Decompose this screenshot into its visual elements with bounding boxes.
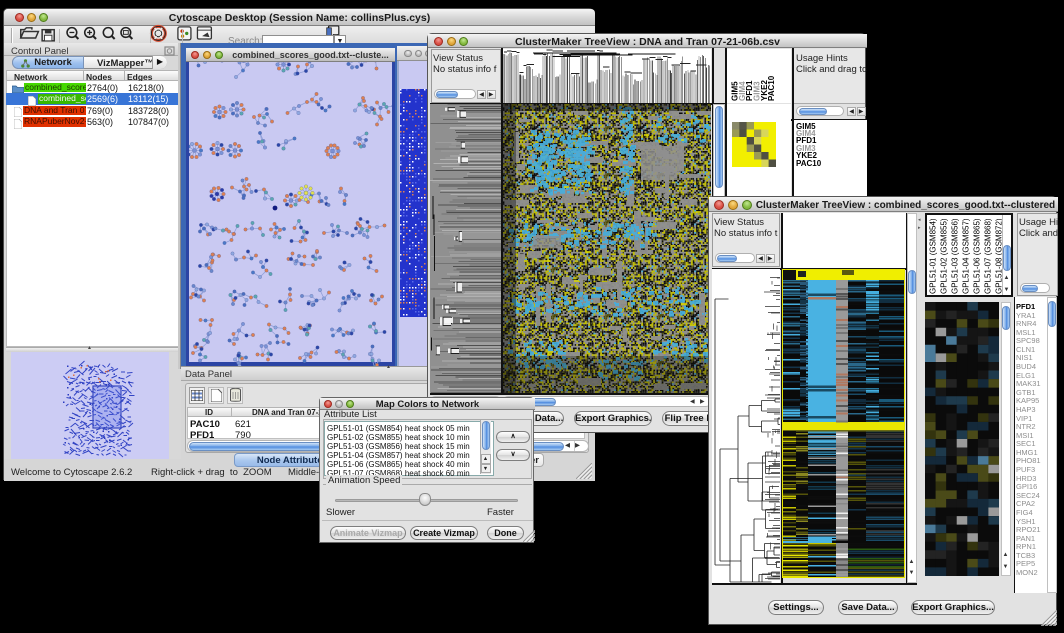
svg-text:GPL51-02 (GSM855): GPL51-02 (GSM855) bbox=[940, 218, 949, 294]
svg-text:GPL51-07 (GSM868): GPL51-07 (GSM868) bbox=[984, 218, 993, 294]
svg-text:GPL51-03 (GSM856): GPL51-03 (GSM856) bbox=[951, 218, 960, 294]
svg-text:GPL51-01 (GSM854): GPL51-01 (GSM854) bbox=[929, 218, 938, 294]
svg-text:PAC10: PAC10 bbox=[767, 75, 776, 101]
svg-text:GPL51-04 (GSM857): GPL51-04 (GSM857) bbox=[962, 218, 971, 294]
svg-text:GPL51-06 (GSM865): GPL51-06 (GSM865) bbox=[973, 218, 982, 294]
